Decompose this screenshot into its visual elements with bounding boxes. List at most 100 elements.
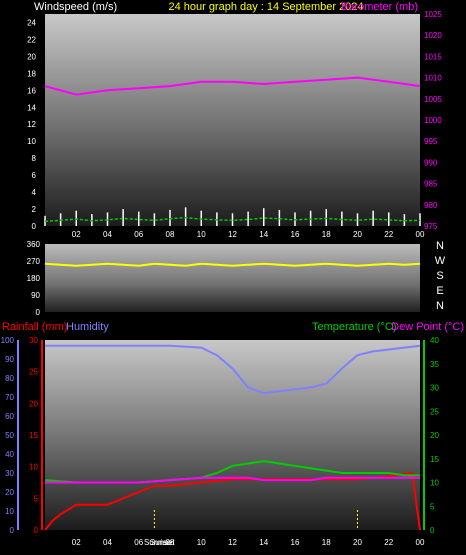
barometer-y-axis: 975 980 985 990 995 1000 1005 1010 1015 1020 1025 (424, 10, 442, 231)
wind-x-tick: 16 (291, 230, 300, 239)
temp-x-tick: 04 (103, 538, 112, 547)
wind-x-tick: 22 (384, 230, 393, 239)
humidity-y-tick: 30 (5, 469, 14, 478)
wind-x-tick: 12 (228, 230, 237, 239)
humidity-y-tick: 10 (5, 507, 14, 516)
temp-x-tick: 06 (134, 538, 143, 547)
humidity-y-tick: 40 (5, 450, 14, 459)
temperature-y-tick: 30 (430, 384, 439, 393)
temp-x-tick: 12 (228, 538, 237, 547)
direction-y-axis: 0 90 180 270 360 (27, 240, 41, 317)
wind-y-tick: 2 (32, 205, 37, 214)
direction-y-tick: 270 (27, 257, 41, 266)
wind-y-tick: 6 (32, 171, 37, 180)
wind-y-tick: 24 (27, 18, 36, 27)
temperature-y-tick: 25 (430, 407, 439, 416)
barometer-y-tick: 1005 (424, 95, 442, 104)
wind-y-tick: 14 (27, 103, 36, 112)
rainfall-y-tick: 30 (29, 336, 38, 345)
wind-y-tick: 0 (32, 222, 37, 231)
wind-y-tick: 22 (27, 35, 36, 44)
humidity-y-tick: 20 (5, 488, 14, 497)
wind-x-tick: 18 (322, 230, 331, 239)
compass-label: W (435, 255, 446, 267)
chart-title: 24 hour graph day : 14 September 2024 (168, 1, 363, 13)
humidity-y-tick: 80 (5, 374, 14, 383)
rainfall-y-tick: 20 (29, 399, 38, 408)
compass-label: N (436, 300, 444, 312)
barometer-y-tick: 980 (424, 201, 438, 210)
compass-labels: NWSEN (435, 240, 446, 312)
wind-x-tick: 04 (103, 230, 112, 239)
barometer-y-tick: 985 (424, 180, 438, 189)
wind-baro-panel (45, 14, 420, 226)
barometer-y-tick: 995 (424, 137, 438, 146)
humidity-y-tick: 0 (10, 526, 15, 535)
humidity-y-tick: 60 (5, 412, 14, 421)
temp-x-tick: 16 (291, 538, 300, 547)
wind-y-tick: 18 (27, 69, 36, 78)
barometer-y-tick: 990 (424, 158, 438, 167)
barometer-y-tick: 975 (424, 222, 438, 231)
rainfall-y-tick: 0 (34, 526, 39, 535)
rainfall-y-tick: 15 (29, 431, 38, 440)
compass-label: S (436, 270, 443, 282)
rainfall-y-axis: 0 5 10 15 20 25 30 (29, 336, 38, 535)
barometer-y-tick: 1015 (424, 52, 442, 61)
wind-x-tick: 06 (134, 230, 143, 239)
barometer-y-tick: 1010 (424, 74, 442, 83)
wind-y-tick: 20 (27, 52, 36, 61)
rainfall-y-tick: 25 (29, 368, 38, 377)
direction-y-tick: 360 (27, 240, 41, 249)
temperature-y-tick: 10 (430, 479, 439, 488)
wind-y-tick: 8 (32, 154, 37, 163)
rainfall-y-tick: 10 (29, 463, 38, 472)
wind-x-tick: 10 (197, 230, 206, 239)
wind-x-axis: 02 04 06 08 10 12 14 16 18 20 22 00 (72, 230, 425, 239)
temp-x-tick: 10 (197, 538, 206, 547)
compass-label: E (436, 285, 443, 297)
temp-x-tick: 20 (353, 538, 362, 547)
temp-x-tick: 02 (72, 538, 81, 547)
direction-panel (45, 244, 420, 312)
compass-label: N (436, 240, 444, 252)
temp-x-tick: 08 (166, 538, 175, 547)
barometer-y-tick: 1025 (424, 10, 442, 19)
wind-x-tick: 00 (416, 230, 425, 239)
humidity-y-tick: 90 (5, 355, 14, 364)
temperature-axis-title: Temperature (°C) (312, 321, 396, 333)
temp-x-tick: 00 (416, 538, 425, 547)
temperature-y-tick: 5 (430, 502, 435, 511)
wind-y-tick: 4 (32, 188, 37, 197)
temp-x-tick: 18 (322, 538, 331, 547)
temp-x-axis: 02 04 06 08 10 12 14 16 18 20 22 00 (72, 538, 425, 547)
wind-y-tick: 16 (27, 86, 36, 95)
humidity-y-tick: 70 (5, 393, 14, 402)
direction-y-tick: 90 (31, 291, 40, 300)
humidity-y-tick: 100 (1, 336, 15, 345)
temp-x-tick: 22 (384, 538, 393, 547)
wind-x-tick: 14 (259, 230, 268, 239)
windspeed-axis-title: Windspeed (m/s) (34, 1, 117, 13)
direction-y-tick: 180 (27, 274, 41, 283)
barometer-y-tick: 1000 (424, 116, 442, 125)
wind-x-tick: 08 (166, 230, 175, 239)
barometer-y-tick: 1020 (424, 31, 442, 40)
rainfall-y-tick: 5 (34, 494, 39, 503)
temp-x-tick: 14 (259, 538, 268, 547)
humidity-y-axis: 0 10 20 30 40 50 60 70 80 90 100 (1, 336, 15, 535)
dewpoint-axis-title: Dew Point (°C) (391, 321, 464, 333)
wind-y-axis: 024681012141618202224 (27, 18, 36, 231)
humidity-y-tick: 50 (5, 431, 14, 440)
wind-x-tick: 02 (72, 230, 81, 239)
temperature-y-tick: 15 (430, 455, 439, 464)
temperature-y-tick: 20 (430, 431, 439, 440)
temperature-y-tick: 35 (430, 360, 439, 369)
wind-y-tick: 10 (27, 137, 36, 146)
barometer-axis-title: Barometer (mb) (341, 1, 418, 13)
wind-x-tick: 20 (353, 230, 362, 239)
weather-chart: Windspeed (m/s) 24 hour graph day : 14 S… (1, 1, 464, 547)
humidity-axis-title: Humidity (66, 321, 109, 333)
temperature-y-tick: 40 (430, 336, 439, 345)
direction-y-tick: 0 (36, 308, 41, 317)
